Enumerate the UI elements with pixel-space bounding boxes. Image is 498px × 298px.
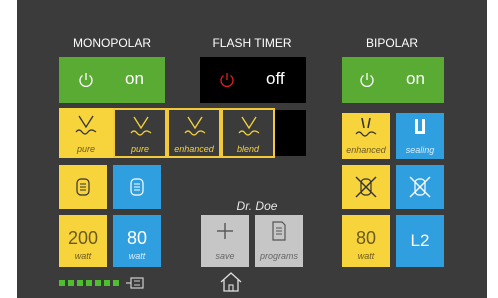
level-dot (68, 280, 74, 286)
level-dot (77, 280, 83, 286)
programs-label: programs (259, 251, 298, 261)
plus-icon (217, 223, 233, 239)
home-icon[interactable] (218, 270, 244, 294)
mode-enhanced-button[interactable]: enhanced (167, 108, 221, 158)
power-icon (79, 73, 93, 87)
cut-power-unit: watt (74, 251, 92, 261)
bipolar-enhanced-button[interactable]: enhanced (342, 113, 390, 159)
bipolar-pedal-disabled-button[interactable] (396, 165, 444, 209)
save-label: save (215, 251, 235, 261)
level-dot (59, 280, 65, 286)
mode-label: pure (130, 144, 149, 154)
monopolar-header: MONOPOLAR (72, 36, 151, 50)
mode-pure-coag-button[interactable]: pure (113, 108, 167, 158)
pedal-icon (76, 178, 90, 196)
monopolar-power-button[interactable]: on (59, 57, 165, 103)
cut-power-value: 200 (67, 228, 99, 248)
coag-power-value: 80 (126, 228, 148, 248)
plug-icon (126, 277, 144, 289)
level-dot (86, 280, 92, 286)
bipolar-pedal-disabled-button[interactable] (342, 165, 390, 209)
bipolar-sealing-button[interactable]: sealing (396, 113, 444, 159)
mode-label: blend (236, 144, 260, 154)
coag-waveform-icon (238, 116, 260, 136)
bipolar-forceps-icon (355, 117, 377, 137)
flash-timer-button[interactable]: off (200, 57, 306, 103)
coag-power-display[interactable]: 80 watt (113, 215, 161, 267)
cut-power-display[interactable]: 200 watt (59, 215, 107, 267)
coag-waveform-icon (130, 116, 152, 136)
document-icon (272, 221, 286, 241)
power-icon (360, 73, 374, 87)
disabled-pedal-icon (409, 176, 431, 198)
control-panel: MONOPOLAR FLASH TIMER BIPOLAR on off on … (17, 0, 487, 298)
bipolar-level-value: L2 (410, 231, 430, 250)
mode-empty-slot (275, 110, 306, 156)
level-dot (95, 280, 101, 286)
flash-timer-state: off (266, 69, 285, 88)
coag-pedal-button[interactable] (113, 165, 161, 209)
flash-timer-header: FLASH TIMER (212, 36, 292, 50)
pedal-icon (130, 178, 144, 196)
coag-power-unit: watt (128, 251, 146, 261)
mode-label: enhanced (174, 144, 214, 154)
mode-label: pure (76, 144, 95, 154)
bipolar-power-button[interactable]: on (342, 57, 444, 103)
coag-waveform-icon (184, 116, 206, 136)
bipolar-mode-label: enhanced (346, 145, 386, 155)
cut-pedal-button[interactable] (59, 165, 107, 209)
sealing-icon (415, 119, 425, 134)
save-button[interactable]: save (201, 215, 249, 267)
mode-pure-cut-button[interactable]: pure (59, 108, 113, 158)
bipolar-power-value: 80 (355, 228, 377, 248)
bipolar-level-button[interactable]: L2 (396, 215, 444, 267)
power-icon (220, 73, 234, 87)
bipolar-mode-label: sealing (405, 145, 435, 155)
level-dot (104, 280, 110, 286)
bipolar-power-unit: watt (357, 251, 375, 261)
bipolar-power-state: on (406, 69, 425, 88)
level-dot (113, 280, 119, 286)
monopolar-power-state: on (125, 69, 144, 88)
mode-blend-button[interactable]: blend (221, 108, 275, 158)
bipolar-header: BIPOLAR (365, 36, 419, 50)
programs-button[interactable]: programs (255, 215, 303, 267)
disabled-pedal-icon (355, 176, 377, 198)
cut-waveform-icon (75, 115, 97, 135)
user-name: Dr. Doe (236, 199, 278, 213)
bipolar-power-display[interactable]: 80 watt (342, 215, 390, 267)
